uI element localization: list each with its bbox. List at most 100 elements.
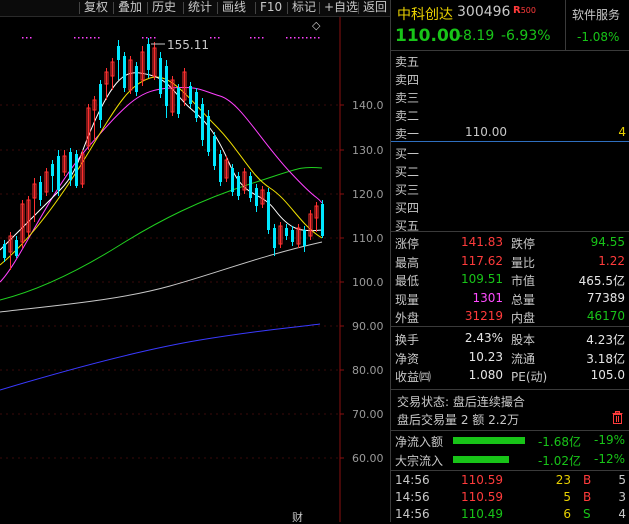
stat-value: 77389	[586, 290, 625, 305]
stat-value: 1.22	[598, 253, 625, 268]
y-tick-label: 130.0	[352, 144, 384, 157]
tick-row[interactable]: 14:56 110.49 6 S 4	[391, 507, 629, 524]
tick-row[interactable]: 14:56 110.59 5 B 3	[391, 490, 629, 507]
finance-label: 收益㈣	[395, 370, 432, 384]
tick-row[interactable]: 14:56 110.59 23 B 5	[391, 473, 629, 490]
quote-panel: 中科创达 300496 R500 软件服务 -1.08% 110.00 -8.1…	[390, 0, 629, 522]
candle-body	[177, 88, 180, 114]
toolbar-separator	[217, 2, 218, 14]
event-dot	[78, 37, 80, 39]
flow-bar	[453, 437, 525, 444]
chart-toolbar: 复权 叠加 历史 统计 画线 F10 标记 +自选 返回	[0, 0, 390, 17]
candle-body	[123, 56, 126, 88]
order-book-label: 卖三	[395, 91, 420, 105]
event-dot	[74, 37, 76, 39]
toolbar-separator	[255, 2, 256, 14]
order-book-row[interactable]: 买一	[391, 145, 629, 163]
order-book-label: 买三	[395, 183, 420, 197]
candle-body	[249, 176, 252, 198]
ma5-line	[0, 72, 323, 251]
order-book-price: 110.00	[465, 125, 507, 139]
toolbar-button-1[interactable]: 叠加	[116, 0, 144, 16]
candle-body	[285, 228, 288, 236]
sector-change: -1.08%	[577, 30, 620, 44]
order-book-row[interactable]: 买二	[391, 163, 629, 181]
last-price: 110.00	[395, 26, 461, 46]
trading-status: 交易状态: 盘后连续撮合	[397, 395, 525, 409]
order-book-row[interactable]: 买五	[391, 217, 629, 235]
flow-value: -1.02亿	[537, 454, 581, 468]
candlestick-chart[interactable]: 140.0 130.0 120.0 110.0 100.0 90.00 80.00 70.00…	[0, 0, 390, 522]
candle-body	[159, 58, 162, 94]
event-dot	[302, 37, 304, 39]
stat-label: 总量	[511, 292, 536, 307]
toolbar-separator	[147, 2, 148, 14]
finance-value: 1.080	[468, 368, 503, 382]
sector-box[interactable]: 软件服务 -1.08%	[565, 0, 629, 50]
ma250-line	[0, 323, 321, 391]
tick-time: 14:56	[395, 490, 430, 504]
order-book-row[interactable]: 卖三	[391, 89, 629, 107]
toolbar-separator	[287, 2, 288, 14]
candle-body	[267, 192, 270, 230]
after-hours-volume: 盘后交易量 2 额 2.2万	[397, 413, 520, 427]
candle-body	[69, 152, 72, 180]
candle-body	[303, 230, 306, 246]
candle-body	[201, 104, 204, 140]
order-book-volume: 4	[618, 125, 626, 139]
order-book-row[interactable]: 买四	[391, 199, 629, 217]
toolbar-button-3[interactable]: 统计	[186, 0, 214, 16]
stat-label: 跌停	[511, 237, 536, 251]
order-book-label: 买二	[395, 165, 420, 179]
toolbar-button-8[interactable]: 返回	[361, 0, 389, 16]
event-dot	[254, 37, 256, 39]
event-dot	[90, 37, 92, 39]
candle-body	[189, 86, 192, 104]
event-dot	[82, 37, 84, 39]
toolbar-button-6[interactable]: 标记	[290, 0, 318, 16]
toolbar-button-0[interactable]: 复权	[82, 0, 110, 16]
candle-body	[255, 188, 258, 206]
tick-side: B	[583, 473, 592, 487]
event-dot	[94, 37, 96, 39]
price-change: -8.19	[458, 28, 495, 44]
stat-value: 109.51	[461, 272, 503, 286]
stat-label: 最低	[395, 274, 420, 288]
toolbar-separator	[358, 2, 359, 14]
order-book-row[interactable]: 卖四	[391, 71, 629, 89]
toolbar-button-2[interactable]: 历史	[150, 0, 178, 16]
candle-body	[15, 240, 18, 256]
y-tick-label: 100.0	[352, 276, 384, 289]
stat-value: 141.83	[461, 235, 503, 249]
tick-price: 110.59	[461, 473, 503, 487]
stat-value: 46170	[586, 309, 625, 323]
y-tick-label: 110.0	[352, 232, 384, 245]
toolbar-button-5[interactable]: F10	[258, 0, 284, 16]
order-book-row[interactable]: 卖五	[391, 53, 629, 71]
toolbar-button-7[interactable]: +自选	[322, 0, 360, 16]
stat-label: 内盘	[511, 311, 536, 325]
tick-price: 110.59	[461, 490, 503, 504]
event-dot	[262, 37, 264, 39]
collapse-icon[interactable]: ◇	[310, 18, 322, 34]
sector-name: 软件服务	[572, 8, 621, 22]
candle-body	[237, 176, 240, 196]
flow-label: 净流入额	[395, 435, 444, 449]
order-book-row[interactable]: 卖二	[391, 107, 629, 125]
candle-body	[75, 154, 78, 186]
event-dot	[306, 37, 308, 39]
event-dot	[210, 37, 212, 39]
order-book-row[interactable]: 买三	[391, 181, 629, 199]
y-tick-label: 60.00	[352, 452, 384, 465]
finance-value: 10.23	[468, 349, 503, 364]
order-book-label: 卖五	[395, 55, 420, 69]
toolbar-button-4[interactable]: 画线	[220, 0, 248, 16]
event-dot	[286, 37, 288, 39]
candle-body	[3, 244, 6, 258]
chart-canvas[interactable]: 140.0 130.0 120.0 110.0 100.0 90.00 80.00 70.00…	[0, 0, 390, 522]
trash-icon[interactable]	[612, 411, 623, 427]
stat-value: 1301	[472, 290, 503, 305]
tick-side: B	[583, 490, 592, 504]
tick-count: 3	[618, 490, 626, 504]
tick-side: S	[583, 507, 591, 521]
